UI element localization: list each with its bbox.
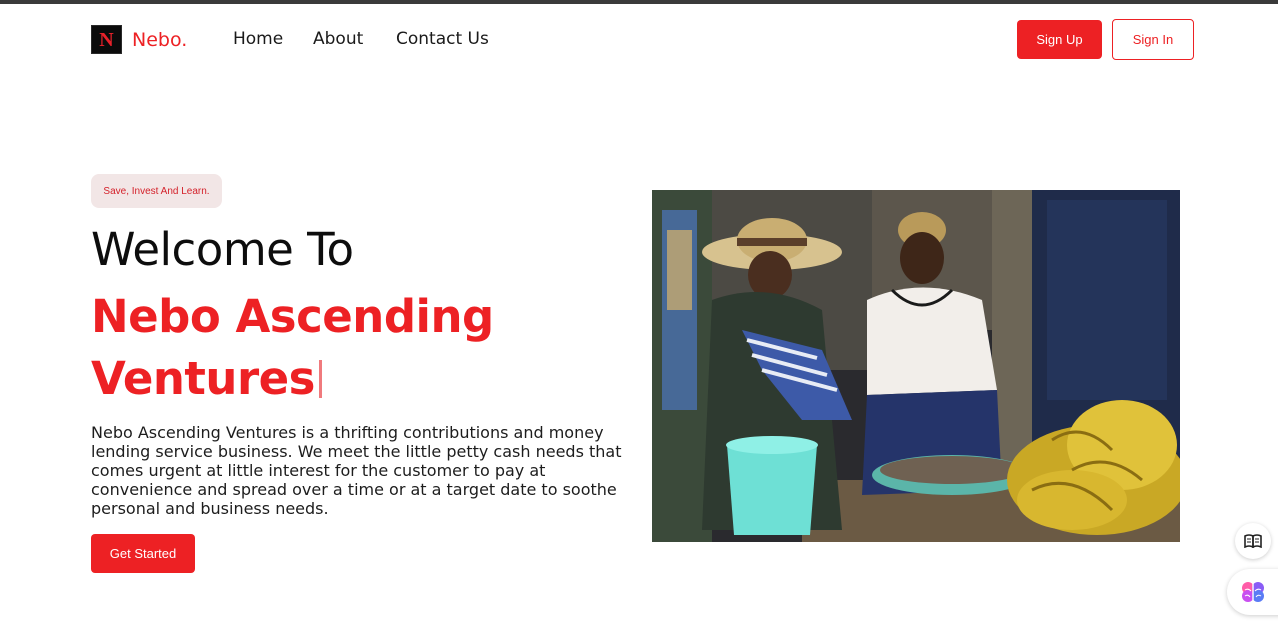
hero-title-highlight: Nebo Ascending Ventures: [91, 290, 494, 405]
logo-icon[interactable]: N: [91, 25, 122, 54]
typing-cursor: [318, 360, 322, 398]
nav-home[interactable]: Home: [233, 29, 283, 49]
brain-icon-svg: [1242, 582, 1264, 602]
hero-title-line2: Nebo Ascending Ventures: [91, 286, 631, 410]
brain-icon[interactable]: [1227, 569, 1278, 615]
hero-title-line1: Welcome To: [91, 223, 354, 276]
sign-in-button[interactable]: Sign In: [1112, 19, 1194, 60]
hero-description: Nebo Ascending Ventures is a thrifting c…: [91, 423, 622, 518]
site-header: N Nebo. Home About Contact Us Sign Up Si…: [0, 4, 1278, 74]
hero-image-market-vendors: [652, 190, 1180, 542]
logo-letter: N: [99, 28, 114, 51]
open-book-icon-svg: [1244, 534, 1262, 548]
nav-contact-us[interactable]: Contact Us: [396, 29, 489, 49]
nav-about[interactable]: About: [313, 29, 363, 49]
get-started-button[interactable]: Get Started: [91, 534, 195, 573]
tagline-badge: Save, Invest And Learn.: [91, 174, 222, 208]
open-book-icon[interactable]: [1235, 523, 1271, 559]
sign-up-button[interactable]: Sign Up: [1017, 20, 1102, 59]
brand-name[interactable]: Nebo.: [132, 29, 187, 51]
